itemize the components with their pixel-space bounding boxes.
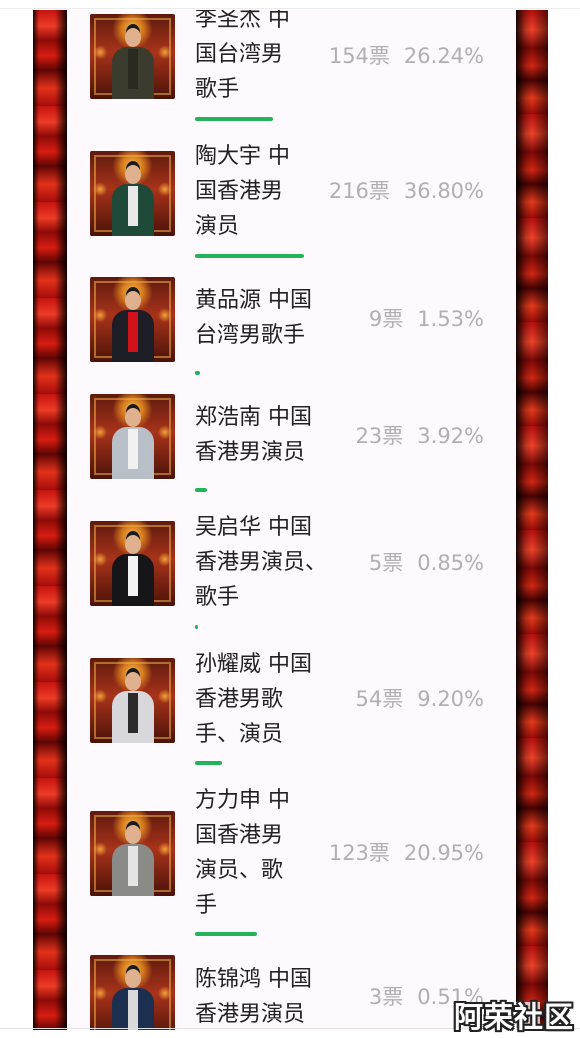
shirt	[128, 186, 138, 226]
vote-percentage: 0.85%	[417, 551, 484, 575]
vote-stats: 216票 36.80%	[162, 176, 484, 206]
vote-stats: 5票 0.85%	[162, 548, 484, 578]
vote-progress-bar	[195, 625, 198, 629]
vote-progress-bar	[195, 117, 273, 121]
top-divider	[0, 8, 580, 9]
vote-count: 9票	[368, 307, 404, 331]
shirt	[128, 312, 138, 352]
vote-stats: 154票 26.24%	[162, 41, 484, 71]
vote-stats: 9票 1.53%	[162, 304, 484, 334]
person-head	[125, 672, 141, 691]
vote-count: 154票	[328, 44, 390, 68]
vote-percentage: 3.92%	[417, 424, 484, 448]
person-head	[125, 535, 141, 554]
poll-page: 李圣杰 中 国台湾男 歌手 154票 26.24% 陶大宇 中 国香港男 演员 216票…	[0, 0, 580, 1038]
vote-count: 3票	[368, 985, 404, 1009]
person-head	[125, 969, 141, 988]
vote-percentage: 20.95%	[403, 841, 484, 865]
person-head	[125, 825, 141, 844]
vote-stats: 54票 9.20%	[162, 684, 484, 714]
decorative-border-right	[516, 10, 548, 1030]
decorative-border-left	[33, 10, 67, 1030]
vote-percentage: 26.24%	[403, 44, 484, 68]
vote-count: 23票	[355, 424, 404, 448]
shirt	[128, 556, 138, 596]
person-head	[125, 165, 141, 184]
vote-progress-bar	[195, 488, 207, 492]
vote-stats: 123票 20.95%	[162, 838, 484, 868]
person-head	[125, 291, 141, 310]
vote-percentage: 36.80%	[403, 179, 484, 203]
vote-progress-bar	[195, 254, 304, 258]
vote-count: 123票	[328, 841, 390, 865]
vote-count: 5票	[368, 551, 404, 575]
shirt	[128, 429, 138, 469]
shirt	[128, 846, 138, 886]
vote-progress-bar	[195, 761, 222, 765]
shirt	[128, 49, 138, 89]
watermark-logo: 阿荣社区	[453, 1000, 574, 1034]
vote-list[interactable]: 李圣杰 中 国台湾男 歌手 154票 26.24% 陶大宇 中 国香港男 演员 216票…	[67, 10, 516, 1030]
vote-progress-bar	[195, 932, 257, 936]
vote-percentage: 1.53%	[417, 307, 484, 331]
vote-stats: 23票 3.92%	[162, 421, 484, 451]
shirt	[128, 693, 138, 733]
vote-progress-bar	[195, 371, 200, 375]
vote-stats: 3票 0.51%	[162, 982, 484, 1012]
vote-percentage: 9.20%	[417, 687, 484, 711]
person-head	[125, 28, 141, 47]
vote-count: 54票	[355, 687, 404, 711]
vote-count: 216票	[328, 179, 390, 203]
person-head	[125, 408, 141, 427]
shirt	[128, 990, 138, 1030]
